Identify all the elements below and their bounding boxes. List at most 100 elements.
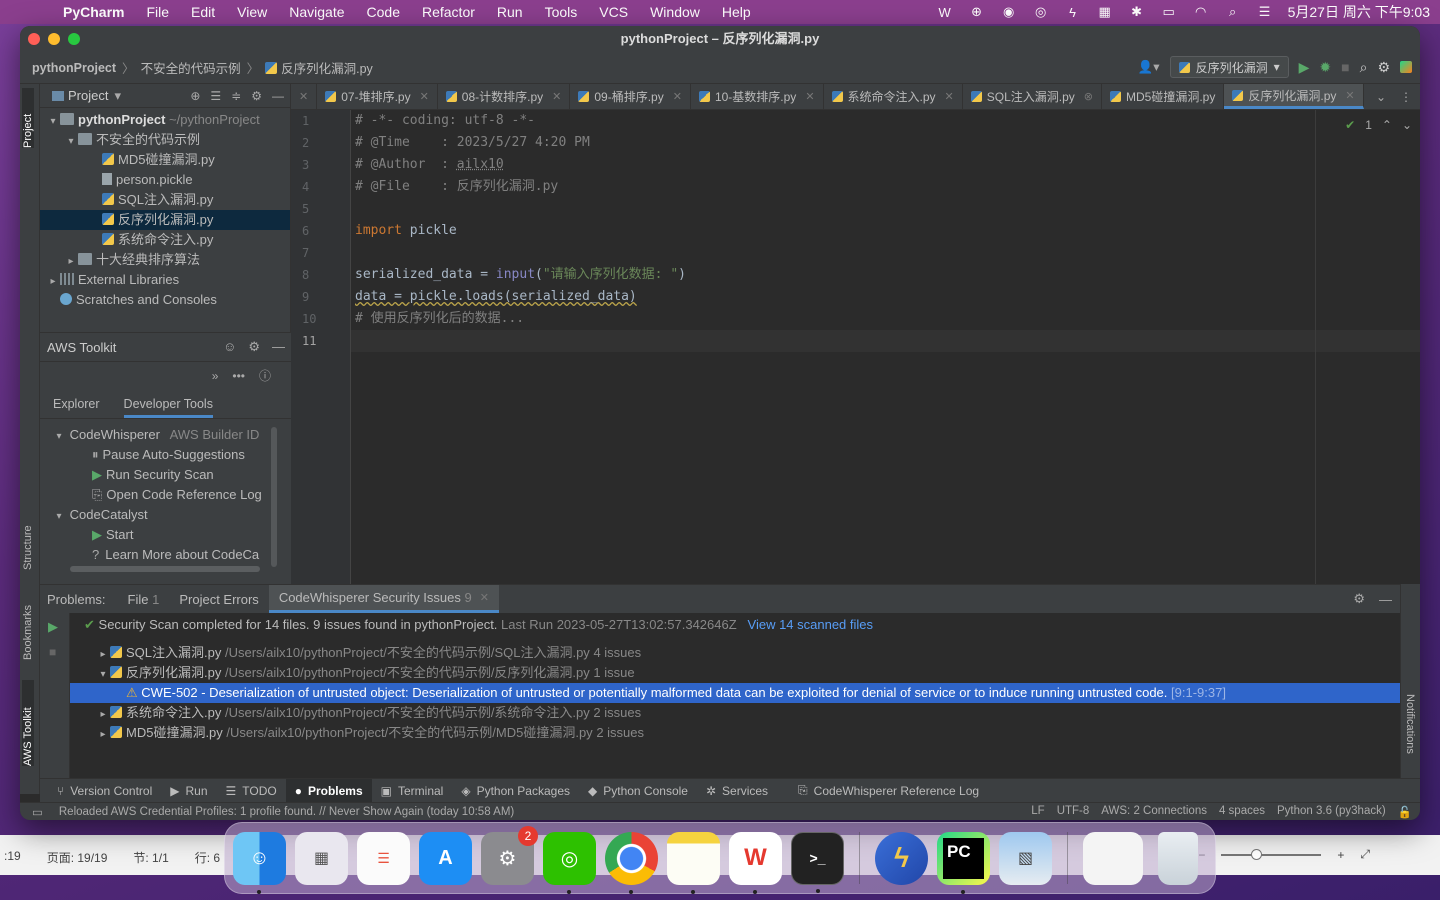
tool-codewhisperer-reference-log[interactable]: ⎘ CodeWhisperer Reference Log	[789, 779, 988, 802]
chevron-right-icon[interactable]: ▸	[46, 272, 60, 292]
run-icon[interactable]: ▶	[1299, 59, 1310, 76]
editor-tab[interactable]: SQL注入漏洞.py ⊗	[962, 84, 1103, 109]
close-icon[interactable]: ✕	[552, 90, 561, 103]
control-center-icon[interactable]: ☰	[1256, 4, 1274, 20]
tree-item-folder-sorting[interactable]: ▸ 十大经典排序算法	[40, 250, 290, 270]
tree-item-file[interactable]: 系统命令注入.py	[40, 230, 290, 250]
editor-tab[interactable]: 08-计数排序.py ✕	[438, 84, 571, 109]
wifi-icon[interactable]: ◠	[1192, 4, 1210, 20]
issue-file-row[interactable]: ▾ 反序列化漏洞.py /Users/ailx10/pythonProject/不…	[70, 663, 1400, 683]
chevron-double-right-icon[interactable]: »	[212, 369, 219, 383]
search-icon[interactable]: ⌕	[1360, 59, 1368, 76]
issue-row-selected[interactable]: ⚠ CWE-502 - Deserialization of untrusted…	[70, 683, 1400, 703]
tab-codewhisperer-security-issues[interactable]: CodeWhisperer Security Issues 9 ✕	[268, 585, 499, 613]
settings-gear-icon[interactable]: ⚙	[1353, 591, 1365, 607]
terminal-app-icon[interactable]: >_	[791, 831, 844, 893]
editor-tab[interactable]: MD5碰撞漏洞.py	[1102, 84, 1225, 109]
notes-app-icon[interactable]	[667, 831, 720, 894]
more-options-icon[interactable]: •••	[232, 369, 245, 383]
run-configuration-select[interactable]: 反序列化漏洞 ▾	[1169, 56, 1289, 78]
editor-tab[interactable]: 09-桶排序.py ✕	[570, 84, 691, 109]
close-icon[interactable]: ✕	[1345, 89, 1354, 102]
vertical-scrollbar[interactable]	[271, 427, 277, 567]
menu-window[interactable]: Window	[639, 4, 711, 20]
tree-item-file[interactable]: MD5碰撞漏洞.py	[40, 150, 290, 170]
debug-icon[interactable]: ✹	[1319, 59, 1331, 76]
tool-services[interactable]: ✲ Services	[697, 779, 777, 802]
tool-version-control[interactable]: ⑂ Version Control	[48, 779, 161, 802]
stop-icon[interactable]: ■	[49, 645, 56, 659]
bluetooth-icon[interactable]: ✱	[1128, 4, 1146, 20]
menubar-clock[interactable]: 5月27日 周六 下午9:03	[1288, 2, 1430, 22]
tree-item-codewhisperer[interactable]: ▾ CodeWhisperer AWS Builder ID	[40, 425, 272, 445]
notifications-tool-tab[interactable]: Notifications	[1404, 694, 1416, 774]
editor-tab[interactable]: 07-堆排序.py ✕	[317, 84, 438, 109]
structure-tool-tab[interactable]: Structure	[22, 500, 34, 570]
chevron-right-icon[interactable]: ▸	[96, 725, 110, 743]
pause-auto-suggestions-item[interactable]: ⏸ Pause Auto-Suggestions	[40, 445, 272, 465]
project-panel-title[interactable]: Project	[68, 88, 108, 103]
wps-app-icon[interactable]: W	[729, 831, 782, 894]
stop-icon[interactable]: ■	[1341, 59, 1349, 75]
tab-project-errors[interactable]: Project Errors	[169, 585, 268, 613]
tool-todo[interactable]: ☰ TODO	[217, 779, 286, 802]
chevron-down-icon[interactable]: ▾	[46, 112, 60, 132]
launchpad-app-icon[interactable]: ▦	[295, 831, 348, 885]
grid-tray-icon[interactable]: ▦	[1096, 4, 1114, 20]
aws-connections[interactable]: AWS: 2 Connections	[1101, 805, 1207, 819]
fullscreen-icon[interactable]: ⤢	[1360, 847, 1370, 862]
tab-overflow-close-icon[interactable]: ✕	[291, 84, 318, 109]
editor-tab[interactable]: 10-基数排序.py ✕	[691, 84, 824, 109]
tree-item-file[interactable]: SQL注入漏洞.py	[40, 190, 290, 210]
horizontal-scrollbar[interactable]	[70, 566, 260, 572]
menu-code[interactable]: Code	[356, 4, 411, 20]
learn-more-codecatalyst-item[interactable]: ? Learn More about CodeCa	[40, 545, 272, 565]
spotlight-search-icon[interactable]: ⌕	[1224, 4, 1242, 20]
close-icon[interactable]: ⊗	[1084, 90, 1093, 103]
close-window-button[interactable]	[28, 33, 40, 45]
close-icon[interactable]: ✕	[480, 591, 489, 604]
indent-setting[interactable]: 4 spaces	[1219, 805, 1265, 819]
collapse-all-icon[interactable]: ≑	[231, 89, 241, 103]
wps-tray-icon[interactable]: W	[936, 4, 954, 20]
expand-all-icon[interactable]: ☰	[210, 89, 221, 103]
tool-run[interactable]: ▶ Run	[161, 779, 216, 802]
pycharm-app-icon[interactable]: PC	[937, 831, 990, 894]
bolt-tray-icon[interactable]: ϟ	[1064, 4, 1082, 20]
open-code-reference-log-item[interactable]: ⎘ Open Code Reference Log	[40, 485, 272, 505]
tool-python-packages[interactable]: ◈ Python Packages	[452, 779, 579, 802]
close-icon[interactable]: ✕	[805, 90, 814, 103]
editor-tab-active[interactable]: 反序列化漏洞.py ✕	[1224, 84, 1364, 109]
locate-file-icon[interactable]: ⊕	[190, 89, 200, 103]
zoom-window-button[interactable]	[68, 33, 80, 45]
preview-app-icon[interactable]: ▧	[999, 831, 1052, 885]
close-icon[interactable]: ✕	[673, 90, 682, 103]
chrome-app-icon[interactable]	[605, 831, 658, 894]
menu-refactor[interactable]: Refactor	[411, 4, 486, 20]
jetbrains-logo-icon[interactable]	[1400, 61, 1412, 73]
issue-file-row[interactable]: ▸ 系统命令注入.py /Users/ailx10/pythonProject/不…	[70, 703, 1400, 723]
code-editor[interactable]: # -*- coding: utf-8 -*- # @Time : 2023/5…	[351, 110, 1420, 584]
chevron-down-icon[interactable]: ⌄	[1402, 118, 1412, 132]
menu-help[interactable]: Help	[711, 4, 762, 20]
tab-file[interactable]: File 1	[118, 585, 170, 613]
breadcrumb-file[interactable]: 反序列化漏洞.py	[281, 58, 373, 77]
chevron-right-icon[interactable]: ▸	[64, 252, 78, 272]
recent-window-thumbnail[interactable]	[1083, 831, 1143, 885]
tree-item-folder-insecure[interactable]: ▾ 不安全的代码示例	[40, 130, 290, 150]
run-security-scan-item[interactable]: ▶ Run Security Scan	[40, 465, 272, 485]
menu-run[interactable]: Run	[486, 4, 534, 20]
chevron-right-icon[interactable]: ▸	[96, 705, 110, 723]
user-account-icon[interactable]: 👤▾	[1138, 59, 1160, 75]
toggle-tool-windows-icon[interactable]: ▭	[32, 805, 43, 819]
chevron-right-icon[interactable]: ▸	[96, 645, 110, 663]
wechat-tray-icon[interactable]: ◎	[1032, 4, 1050, 20]
app-store-app-icon[interactable]: A	[419, 831, 472, 885]
hide-panel-icon[interactable]: —	[272, 89, 284, 103]
tree-item-project-root[interactable]: ▾ pythonProject ~/pythonProject	[40, 110, 290, 130]
file-encoding[interactable]: UTF-8	[1057, 805, 1090, 819]
menu-edit[interactable]: Edit	[180, 4, 226, 20]
menu-file[interactable]: File	[135, 4, 180, 20]
codecatalyst-start-item[interactable]: ▶ Start	[40, 525, 272, 545]
run-icon[interactable]: ▶	[48, 619, 58, 635]
